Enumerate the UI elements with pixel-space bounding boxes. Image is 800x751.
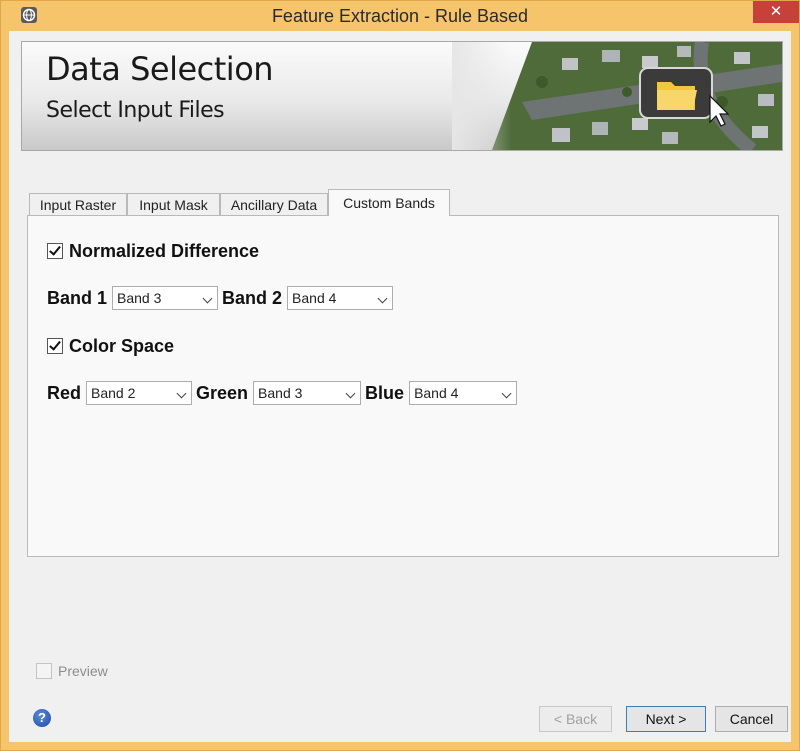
chevron-down-icon (345, 388, 356, 399)
chevron-down-icon (501, 388, 512, 399)
band1-label: Band 1 (47, 287, 108, 308)
page-subtitle: Select Input Files (46, 98, 225, 123)
band2-value: Band 4 (292, 290, 337, 306)
preview-checkbox[interactable] (36, 663, 52, 679)
tab-custom-bands[interactable]: Custom Bands (328, 189, 450, 216)
green-band-select[interactable]: Band 3 (253, 381, 362, 405)
custom-bands-panel: Normalized Difference Band 1 Band 3 Band… (27, 215, 779, 557)
green-label: Green (196, 382, 249, 403)
blue-label: Blue (365, 382, 405, 403)
chevron-down-icon (176, 388, 187, 399)
tab-ancillary-data[interactable]: Ancillary Data (220, 193, 328, 215)
title-bar[interactable]: Feature Extraction - Rule Based ✕ (1, 1, 799, 31)
color-space-label: Color Space (69, 335, 175, 356)
normalized-difference-checkbox[interactable] (47, 243, 63, 259)
folder-icon (639, 67, 713, 119)
red-band-value: Band 2 (91, 385, 136, 401)
blue-band-select[interactable]: Band 4 (409, 381, 518, 405)
window-title: Feature Extraction - Rule Based (271, 6, 529, 26)
band1-select[interactable]: Band 3 (112, 286, 219, 310)
band2-label: Band 2 (222, 287, 283, 308)
close-icon: ✕ (769, 3, 783, 20)
band2-select[interactable]: Band 4 (287, 286, 394, 310)
aerial-neighborhood-image (452, 42, 782, 150)
chevron-down-icon (202, 293, 213, 304)
color-space-option[interactable]: Color Space (47, 335, 174, 357)
dialog-window: Feature Extraction - Rule Based ✕ Data S… (0, 0, 800, 751)
color-space-bands: Red Band 2 Green Band 3 Blue Band 4 (47, 380, 521, 406)
blue-band-value: Band 4 (414, 385, 459, 401)
page-title: Data Selection (46, 50, 274, 88)
normalized-difference-bands: Band 1 Band 3 Band 2 Band 4 (47, 285, 397, 311)
red-band-select[interactable]: Band 2 (86, 381, 193, 405)
tab-input-raster[interactable]: Input Raster (29, 193, 127, 215)
chevron-down-icon (377, 293, 388, 304)
band1-value: Band 3 (117, 290, 162, 306)
cancel-button[interactable]: Cancel (715, 706, 788, 732)
normalized-difference-label: Normalized Difference (69, 240, 260, 261)
normalized-difference-option[interactable]: Normalized Difference (47, 240, 259, 262)
close-button[interactable]: ✕ (753, 1, 799, 23)
header-banner: Data Selection Select Input Files (21, 41, 783, 151)
back-button[interactable]: < Back (539, 706, 612, 732)
dialog-body: Data Selection Select Input Files Input … (9, 31, 791, 742)
color-space-checkbox[interactable] (47, 338, 63, 354)
red-label: Red (47, 382, 82, 403)
help-icon[interactable]: ? (33, 709, 51, 727)
tab-input-mask[interactable]: Input Mask (127, 193, 220, 215)
green-band-value: Band 3 (258, 385, 303, 401)
next-button[interactable]: Next > (626, 706, 706, 732)
preview-option[interactable]: Preview (36, 663, 108, 679)
preview-label: Preview (58, 663, 108, 679)
